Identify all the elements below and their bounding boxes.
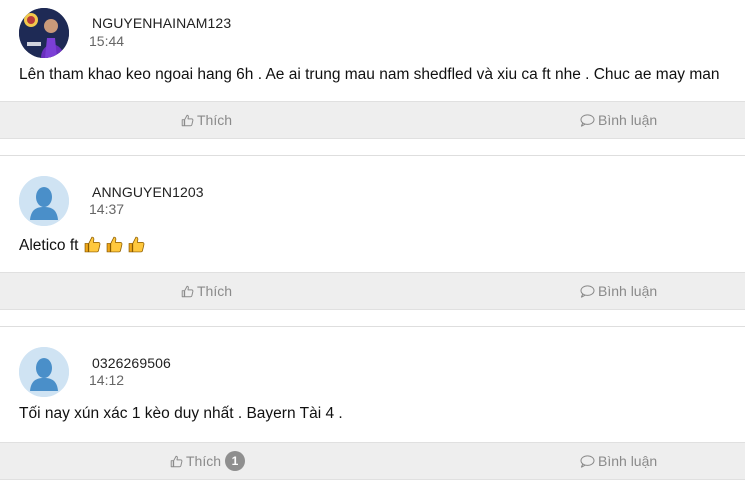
post-time: 14:37 (89, 201, 125, 217)
like-count-badge: 1 (225, 451, 246, 471)
thumbs-up-emoji (128, 236, 145, 258)
default-user-icon (19, 176, 69, 226)
thumbs-up-emoji (106, 236, 123, 258)
username[interactable]: ANNGUYEN1203 (92, 184, 204, 200)
post-card: 0326269506 14:12 Tối nay xún xác 1 kèo d… (0, 327, 745, 482)
avatar[interactable] (19, 176, 69, 226)
post-action-bar: Thích 1 Bình luận (0, 442, 745, 480)
username[interactable]: NGUYENHAINAM123 (92, 15, 231, 31)
comment-button[interactable]: Bình luận (580, 273, 657, 309)
username[interactable]: 0326269506 (92, 355, 171, 371)
thumbs-up-icon (181, 285, 194, 297)
like-label: Thích (197, 112, 233, 128)
like-button[interactable]: Thích (181, 273, 232, 309)
post-content: Lên tham khao keo ngoai hang 6h . Ae ai … (19, 66, 720, 83)
post-content: Tối nay xún xác 1 kèo duy nhất . Bayern … (19, 405, 343, 422)
comment-label: Bình luận (598, 453, 658, 469)
like-button[interactable]: Thích 1 (170, 443, 246, 479)
post-action-bar: Thích Bình luận (0, 272, 745, 310)
avatar[interactable] (19, 347, 69, 397)
thumbs-up-emoji (84, 236, 101, 258)
default-user-icon (19, 347, 69, 397)
comment-label: Bình luận (598, 112, 658, 128)
comment-icon (580, 113, 595, 127)
post-content: Aletico ft (19, 236, 145, 258)
like-label: Thích (197, 283, 233, 299)
post-action-bar: Thích Bình luận (0, 101, 745, 139)
post-time: 15:44 (89, 33, 125, 49)
thumbs-up-icon (181, 114, 194, 126)
comment-icon (580, 284, 595, 298)
like-button[interactable]: Thích (181, 102, 232, 138)
comment-button[interactable]: Bình luận (580, 102, 657, 138)
post-card: ANNGUYEN1203 14:37 Aletico ft Thích Bình… (0, 156, 745, 311)
comment-icon (580, 454, 595, 468)
comment-button[interactable]: Bình luận (580, 443, 657, 479)
comment-label: Bình luận (598, 283, 658, 299)
thumbs-up-icon (170, 455, 183, 467)
post-time: 14:12 (89, 372, 125, 388)
avatar[interactable] (19, 8, 69, 58)
post-text: Aletico ft (19, 237, 79, 254)
user-photo-icon (19, 8, 69, 58)
like-label: Thích (186, 453, 222, 469)
post-card: NGUYENHAINAM123 15:44 Lên tham khao keo … (0, 0, 745, 140)
